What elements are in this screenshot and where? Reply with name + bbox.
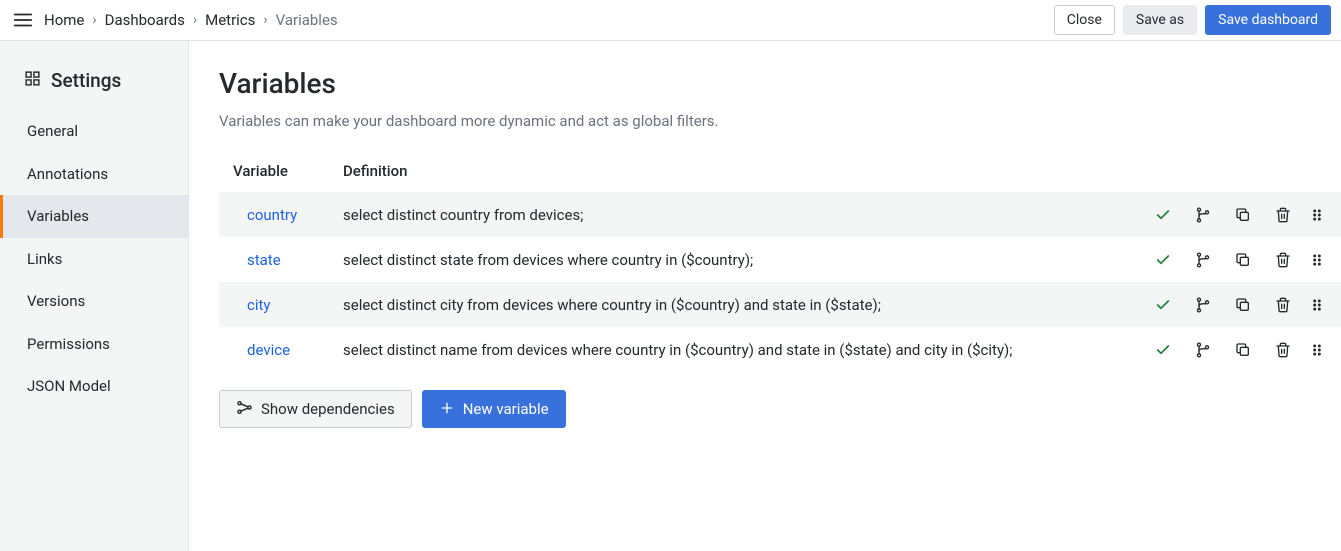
breadcrumb: Home › Dashboards › Metrics › Variables [44, 11, 338, 29]
variable-name-link[interactable]: city [247, 296, 271, 314]
branch-icon[interactable] [1183, 195, 1223, 235]
check-icon[interactable] [1143, 330, 1183, 370]
variable-definition: select distinct name from devices where … [331, 327, 1101, 372]
save-as-button[interactable]: Save as [1123, 5, 1197, 35]
main-content: Variables Variables can make your dashbo… [189, 41, 1341, 551]
copy-icon[interactable] [1223, 240, 1263, 280]
branch-icon[interactable] [1183, 330, 1223, 370]
breadcrumb-item: Variables [276, 11, 338, 29]
top-bar-left: Home › Dashboards › Metrics › Variables [12, 9, 338, 31]
variable-definition: select distinct country from devices; [331, 192, 1101, 237]
branch-icon[interactable] [1183, 285, 1223, 325]
drag-handle-icon[interactable] [1303, 330, 1331, 370]
chevron-right-icon: › [193, 12, 197, 28]
copy-icon[interactable] [1223, 285, 1263, 325]
variable-name-link[interactable]: device [247, 341, 290, 359]
trash-icon[interactable] [1263, 195, 1303, 235]
chevron-right-icon: › [263, 12, 267, 28]
trash-icon[interactable] [1263, 330, 1303, 370]
sidebar-item[interactable]: Links [0, 238, 188, 281]
variable-definition: select distinct city from devices where … [331, 282, 1101, 327]
copy-icon[interactable] [1223, 195, 1263, 235]
close-button[interactable]: Close [1054, 5, 1115, 35]
page-subtitle: Variables can make your dashboard more d… [219, 112, 1341, 130]
top-bar: Home › Dashboards › Metrics › Variables Close … [0, 0, 1341, 41]
breadcrumb-item[interactable]: Metrics [205, 11, 255, 29]
layout: Settings GeneralAnnotationsVariablesLink… [0, 41, 1341, 551]
table-row: device select distinct name from devices … [219, 327, 1341, 372]
show-dependencies-button[interactable]: Show dependencies [219, 390, 412, 428]
sidebar-item[interactable]: Permissions [0, 323, 188, 366]
settings-sidebar: Settings GeneralAnnotationsVariablesLink… [0, 41, 189, 551]
trash-icon[interactable] [1263, 240, 1303, 280]
sidebar-item[interactable]: JSON Model [0, 365, 188, 408]
footer-buttons: Show dependencies New variable [219, 390, 1341, 428]
save-dashboard-button[interactable]: Save dashboard [1205, 5, 1331, 35]
check-icon[interactable] [1143, 240, 1183, 280]
table-row: state select distinct state from devices … [219, 237, 1341, 282]
breadcrumb-item[interactable]: Dashboards [105, 11, 185, 29]
plus-icon [439, 400, 455, 419]
show-dependencies-label: Show dependencies [261, 402, 395, 417]
new-variable-label: New variable [463, 402, 549, 417]
graph-icon [236, 399, 253, 419]
sidebar-title: Settings [0, 69, 188, 110]
table-row: city select distinct city from devices wh… [219, 282, 1341, 327]
drag-handle-icon[interactable] [1303, 195, 1331, 235]
variable-name-link[interactable]: state [247, 251, 281, 269]
copy-icon[interactable] [1223, 330, 1263, 370]
trash-icon[interactable] [1263, 285, 1303, 325]
sidebar-item[interactable]: Annotations [0, 153, 188, 196]
variable-name-link[interactable]: country [247, 206, 297, 224]
sidebar-item[interactable]: Versions [0, 280, 188, 323]
drag-handle-icon[interactable] [1303, 285, 1331, 325]
page-title: Variables [219, 67, 1341, 100]
table-row: country select distinct country from devi… [219, 192, 1341, 237]
column-header-variable: Variable [219, 154, 331, 192]
apps-icon [24, 69, 41, 92]
breadcrumb-item[interactable]: Home [44, 11, 84, 29]
sidebar-title-text: Settings [51, 69, 121, 92]
variable-definition: select distinct state from devices where… [331, 237, 1101, 282]
new-variable-button[interactable]: New variable [422, 390, 566, 428]
variables-table: Variable Definition country select distin… [219, 154, 1341, 372]
hamburger-menu-icon[interactable] [12, 9, 34, 31]
branch-icon[interactable] [1183, 240, 1223, 280]
column-header-definition: Definition [331, 154, 1101, 192]
sidebar-item[interactable]: Variables [0, 195, 188, 238]
check-icon[interactable] [1143, 285, 1183, 325]
top-bar-right: Close Save as Save dashboard [1054, 5, 1331, 35]
sidebar-item[interactable]: General [0, 110, 188, 153]
check-icon[interactable] [1143, 195, 1183, 235]
drag-handle-icon[interactable] [1303, 240, 1331, 280]
chevron-right-icon: › [92, 12, 96, 28]
